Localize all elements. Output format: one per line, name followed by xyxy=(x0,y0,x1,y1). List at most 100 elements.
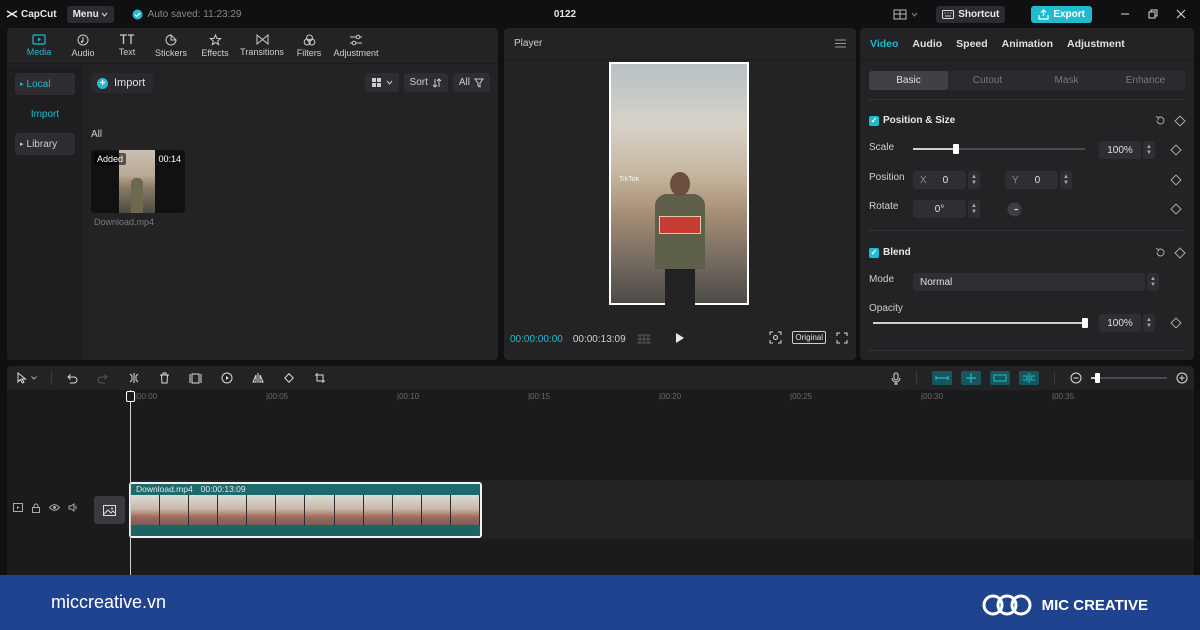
divider xyxy=(869,230,1185,231)
tab-adjustment[interactable]: Adjustment xyxy=(331,28,381,63)
position-y-field[interactable]: Y 0 xyxy=(1005,171,1058,189)
tab-stickers[interactable]: Stickers xyxy=(149,28,193,63)
tab-adjustment-props[interactable]: Adjustment xyxy=(1067,38,1125,50)
x-stepper[interactable]: ▲ ▼ xyxy=(968,171,980,189)
timeline-grid-icon[interactable] xyxy=(636,334,652,344)
scale-slider[interactable] xyxy=(913,144,1085,154)
position-size-section[interactable]: ✓ Position & Size xyxy=(869,115,955,126)
split-button[interactable] xyxy=(118,372,149,384)
playhead-handle[interactable] xyxy=(126,391,135,402)
tab-text[interactable]: Text xyxy=(105,28,149,63)
checkbox-icon[interactable]: ✓ xyxy=(869,247,879,258)
subtab-basic[interactable]: Basic xyxy=(869,71,948,90)
fit-view-icon[interactable] xyxy=(769,331,782,344)
tab-transitions[interactable]: Transitions xyxy=(237,28,287,63)
zoom-out-icon[interactable] xyxy=(1070,372,1082,384)
sidebar-item-import[interactable]: Import xyxy=(15,103,75,125)
playhead[interactable] xyxy=(130,390,131,575)
scale-value-field[interactable]: 100% xyxy=(1099,141,1141,159)
opacity-slider[interactable] xyxy=(873,318,1088,328)
rotate-button[interactable] xyxy=(273,372,304,384)
export-button[interactable]: Export xyxy=(1031,5,1092,23)
sidebar-item-local[interactable]: ▸ Local xyxy=(15,73,75,95)
tab-video[interactable]: Video xyxy=(870,38,898,50)
timeline[interactable]: |00:00 |00:05 |00:10 |00:15 |00:20 |00:25 |00:… xyxy=(7,390,1194,575)
tab-animation[interactable]: Animation xyxy=(1002,38,1053,50)
eye-icon[interactable] xyxy=(49,503,60,512)
tab-media[interactable]: Media xyxy=(17,28,61,63)
sort-button[interactable]: Sort xyxy=(403,73,448,92)
y-stepper[interactable]: ▲ ▼ xyxy=(1060,171,1072,189)
subtab-enhance[interactable]: Enhance xyxy=(1106,71,1185,90)
select-tool[interactable] xyxy=(7,372,47,384)
slider-knob[interactable] xyxy=(953,144,959,154)
close-button[interactable] xyxy=(1168,9,1194,19)
auto-snapping-icon[interactable] xyxy=(961,371,981,385)
keyframe-icon[interactable] xyxy=(1170,144,1182,156)
position-x-field[interactable]: X 0 xyxy=(913,171,966,189)
rotate-field[interactable]: 0° xyxy=(913,200,966,218)
import-button[interactable]: + Import xyxy=(91,73,154,93)
tab-audio[interactable]: Audio xyxy=(61,28,105,63)
keyframe-icon[interactable] xyxy=(1174,114,1186,127)
zoom-slider[interactable] xyxy=(1091,373,1167,383)
scale-stepper[interactable]: ▲ ▼ xyxy=(1143,141,1155,159)
opacity-value-field[interactable]: 100% xyxy=(1099,314,1141,332)
cover-button[interactable] xyxy=(94,496,125,524)
time-ruler[interactable]: |00:00 |00:05 |00:10 |00:15 |00:20 |00:25 |00:… xyxy=(129,390,1194,408)
keyframe-icon[interactable] xyxy=(1170,174,1182,186)
fullscreen-icon[interactable] xyxy=(836,332,848,344)
preview-axis-icon[interactable] xyxy=(1019,371,1039,385)
blend-mode-select[interactable]: Normal xyxy=(913,273,1145,291)
zoom-in-icon[interactable] xyxy=(1176,372,1188,384)
lock-icon[interactable] xyxy=(31,503,41,513)
layout-switch[interactable] xyxy=(893,9,918,20)
hamburger-menu-icon[interactable] xyxy=(835,39,846,48)
reset-icon[interactable] xyxy=(1155,115,1166,126)
media-thumbnail[interactable]: Added 00:14 xyxy=(91,150,185,213)
blend-section[interactable]: ✓ Blend xyxy=(869,247,911,258)
video-clip[interactable]: Download.mp4 00:00:13:09 xyxy=(129,482,482,538)
opacity-stepper[interactable]: ▲ ▼ xyxy=(1143,314,1155,332)
tab-audio-props[interactable]: Audio xyxy=(912,38,942,50)
original-ratio-button[interactable]: Original xyxy=(792,331,826,344)
menu-button[interactable]: Menu xyxy=(66,5,114,23)
freeze-button[interactable] xyxy=(180,373,211,384)
keyframe-icon[interactable] xyxy=(1174,246,1186,259)
clip-thumbnails xyxy=(131,495,480,526)
video-preview[interactable]: TikTok xyxy=(609,62,749,307)
rotate-dial-icon[interactable] xyxy=(1007,202,1022,217)
delete-button[interactable] xyxy=(149,372,180,384)
keyframe-icon[interactable] xyxy=(1170,203,1182,215)
tab-effects[interactable]: Effects xyxy=(193,28,237,63)
view-mode-select[interactable] xyxy=(364,73,399,92)
shortcut-button[interactable]: Shortcut xyxy=(936,5,1006,23)
main-track-magnet-icon[interactable] xyxy=(932,371,952,385)
zoom-knob[interactable] xyxy=(1095,373,1100,383)
slider-knob[interactable] xyxy=(1082,318,1088,328)
mirror-button[interactable] xyxy=(242,372,273,384)
linkage-icon[interactable] xyxy=(990,371,1010,385)
keyframe-icon[interactable] xyxy=(1170,317,1182,329)
sidebar-item-library[interactable]: ▸ Library xyxy=(15,133,75,155)
speaker-icon[interactable] xyxy=(68,503,79,512)
redo-button[interactable] xyxy=(87,373,118,384)
checkbox-icon[interactable]: ✓ xyxy=(869,115,879,126)
filter-button[interactable]: All xyxy=(452,73,490,92)
subtab-cutout[interactable]: Cutout xyxy=(948,71,1027,90)
rotate-stepper[interactable]: ▲ ▼ xyxy=(968,200,980,218)
reverse-button[interactable] xyxy=(211,372,242,384)
image-icon xyxy=(103,504,116,516)
maximize-button[interactable] xyxy=(1140,9,1166,19)
microphone-icon[interactable] xyxy=(891,372,901,385)
tab-filters[interactable]: Filters xyxy=(287,28,331,63)
reset-icon[interactable] xyxy=(1155,247,1166,258)
play-button[interactable] xyxy=(675,332,685,344)
tab-speed[interactable]: Speed xyxy=(956,38,988,50)
mode-stepper[interactable]: ▲ ▼ xyxy=(1147,273,1159,291)
subtab-mask[interactable]: Mask xyxy=(1027,71,1106,90)
undo-button[interactable] xyxy=(56,373,87,384)
crop-button[interactable] xyxy=(304,372,335,384)
track-video-icon[interactable] xyxy=(13,503,23,512)
minimize-button[interactable] xyxy=(1112,9,1138,19)
